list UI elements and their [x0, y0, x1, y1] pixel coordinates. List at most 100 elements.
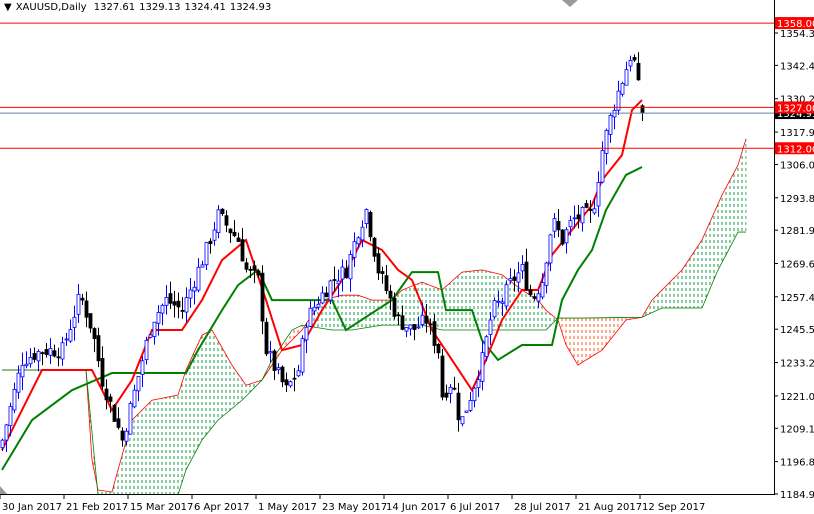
candle	[412, 324, 417, 341]
candle	[168, 281, 173, 309]
candle-body	[600, 150, 605, 183]
candle	[560, 229, 565, 246]
cloud-segment	[486, 270, 489, 331]
candle-body	[32, 353, 37, 360]
cloud-segment	[192, 352, 195, 459]
cloud-segment	[204, 333, 207, 438]
cloud-segment	[406, 287, 409, 326]
cloud-segment	[570, 318, 573, 356]
candle	[364, 208, 369, 229]
cloud-segment	[480, 269, 483, 331]
cloud-segment	[160, 398, 163, 494]
cloud-segment	[328, 298, 331, 330]
candle-body	[424, 315, 429, 324]
cloud-segment	[142, 408, 145, 494]
cloud-segment	[532, 296, 535, 331]
candle	[100, 346, 105, 390]
candle	[480, 340, 485, 391]
candle-body	[8, 406, 13, 427]
candle	[292, 367, 297, 392]
candle-body	[84, 300, 89, 318]
cloud-segment	[218, 340, 221, 421]
cloud-segment	[152, 399, 155, 494]
candle-body	[12, 389, 17, 411]
candle-body	[116, 418, 121, 428]
cloud-segment	[172, 395, 175, 494]
candle-body	[436, 344, 441, 354]
level-label: 1327.00	[777, 103, 814, 114]
cloud-segment	[174, 395, 177, 494]
cloud-segment	[388, 300, 391, 326]
cloud-segment	[520, 288, 523, 331]
cloud-segment	[222, 347, 225, 417]
cloud-segment	[134, 416, 137, 494]
cloud-segment	[350, 295, 353, 331]
cloud-segment	[200, 335, 203, 444]
candle-body	[44, 349, 49, 355]
candle	[264, 317, 269, 356]
horizontal-levels[interactable]	[0, 22, 774, 149]
cloud-segment	[464, 271, 467, 331]
cloud-segment	[362, 296, 365, 329]
cloud-segment	[592, 317, 595, 357]
cloud-segment	[150, 400, 153, 494]
cloud-segment	[516, 285, 519, 331]
cloud-segment	[484, 270, 487, 331]
cloud-segment	[672, 277, 675, 308]
candle	[240, 228, 245, 262]
cloud-segment	[546, 310, 549, 331]
dropdown-triangle-icon[interactable]: ▼	[4, 2, 12, 13]
cloud-segment	[334, 296, 337, 331]
candle-body	[492, 300, 497, 318]
candle	[612, 104, 617, 130]
cloud-segment	[600, 317, 603, 352]
cloud-segment	[586, 317, 589, 360]
cloud-segment	[704, 230, 707, 304]
candle-body	[628, 60, 633, 67]
candle-body	[132, 389, 137, 408]
candle	[576, 204, 581, 229]
cloud-segment	[368, 298, 371, 328]
cloud-segment	[380, 300, 383, 326]
candle-body	[564, 229, 569, 244]
candle	[152, 321, 157, 345]
cloud-segment	[712, 213, 715, 285]
candle-body	[368, 212, 373, 238]
cloud-segment	[536, 298, 539, 331]
cloud-segment	[604, 317, 607, 348]
candle-body	[632, 56, 637, 61]
cloud-segment	[448, 282, 451, 331]
candle	[468, 392, 473, 413]
chart-shift-marker-icon[interactable]	[562, 0, 578, 7]
candle	[200, 260, 205, 268]
candle	[216, 205, 221, 239]
cloud-segment	[670, 279, 673, 308]
cloud-segment	[184, 370, 187, 477]
cloud-segment	[466, 271, 469, 331]
x-tick-label: 21 Feb 2017	[66, 502, 128, 513]
candle-body	[40, 352, 45, 354]
candle	[544, 261, 549, 294]
candle	[36, 349, 41, 372]
candle-body	[452, 387, 457, 390]
cloud-segment	[590, 317, 593, 358]
candle	[444, 384, 449, 401]
candle-body	[572, 217, 577, 220]
candle-body	[148, 334, 153, 338]
candle-body	[376, 253, 381, 274]
cloud-segment	[198, 339, 201, 448]
candle-body	[264, 321, 269, 355]
open-value: 1327.61	[93, 2, 136, 13]
candle	[48, 338, 53, 365]
cloud-segment	[482, 269, 485, 331]
cloud-segment	[230, 361, 233, 411]
cloud-segment	[148, 402, 151, 494]
price-chart[interactable]: 1354.351342.451330.201317.951306.051293.…	[0, 0, 814, 514]
candle	[136, 376, 141, 402]
candle	[352, 232, 357, 267]
candle-body	[180, 309, 185, 312]
candle-body	[556, 220, 561, 231]
cloud-segment	[714, 208, 717, 280]
candle-body	[388, 290, 393, 299]
candle-body	[512, 276, 517, 281]
